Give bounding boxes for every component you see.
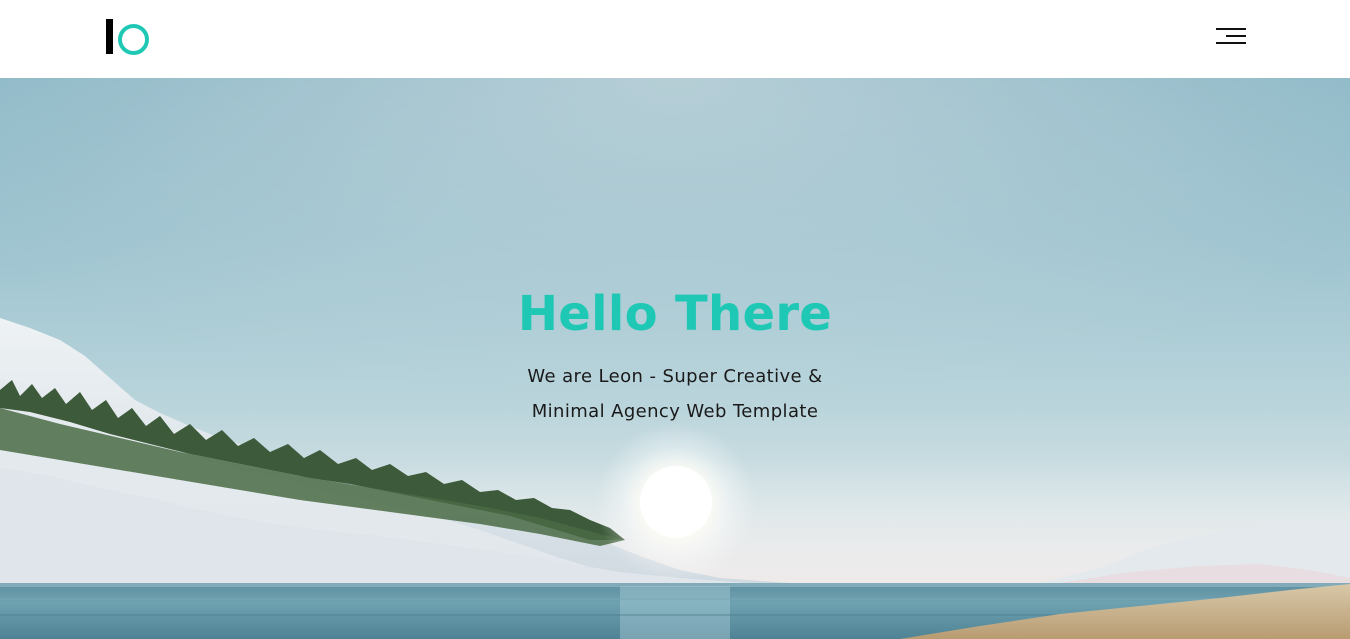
logo-ring-icon (118, 24, 149, 55)
hero-subtitle-line-2: Minimal Agency Web Template (531, 401, 819, 422)
hero-subtitle-line-1: We are Leon - Super Creative & (527, 366, 823, 387)
logo-bar-icon (106, 19, 113, 54)
menu-line-icon (1226, 35, 1246, 37)
menu-line-icon (1216, 28, 1246, 30)
hero-content: Hello There We are Leon - Super Creative… (375, 283, 975, 429)
logo-link[interactable] (106, 19, 150, 55)
hero-subtitle: We are Leon - Super Creative & Minimal A… (375, 359, 975, 429)
hero-section: Hello There We are Leon - Super Creative… (0, 78, 1350, 639)
hero-title: Hello There (517, 286, 833, 342)
menu-line-icon (1216, 42, 1246, 44)
hamburger-menu-button[interactable] (1210, 20, 1252, 52)
site-header (0, 0, 1350, 78)
